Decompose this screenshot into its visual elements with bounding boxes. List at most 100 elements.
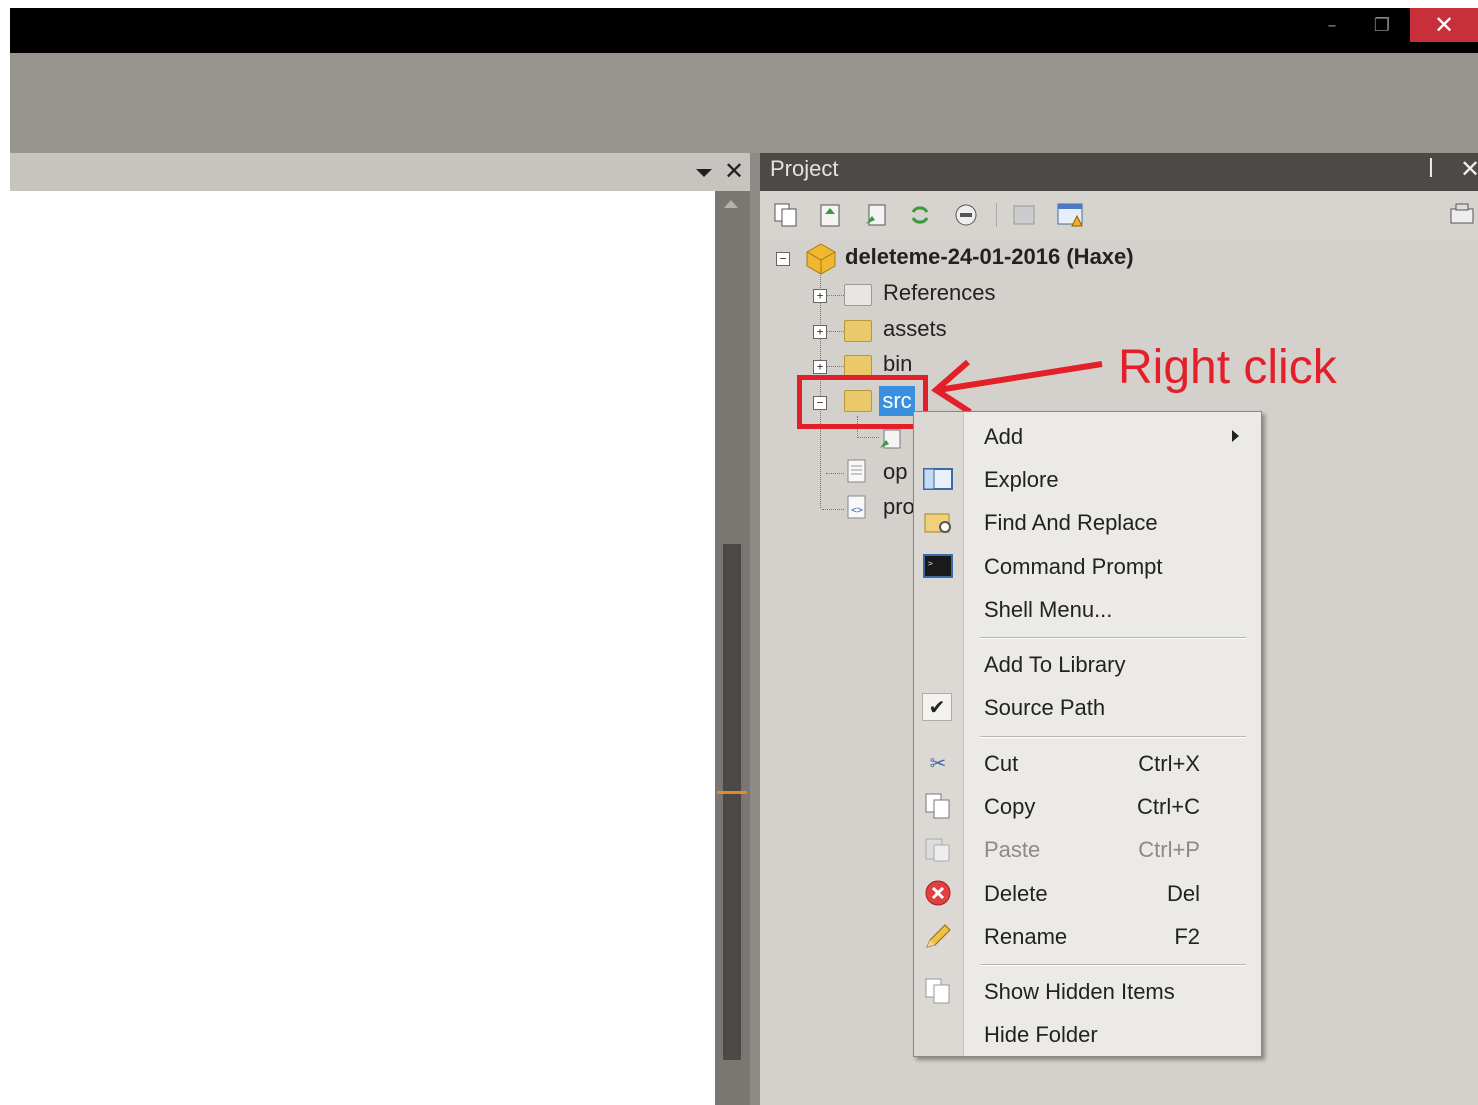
menu-item-command-prompt[interactable]: > Command Prompt xyxy=(914,546,1261,586)
menu-item-label: Add To Library xyxy=(984,652,1126,677)
settings-icon[interactable] xyxy=(1010,201,1038,229)
project-panel-title: Project xyxy=(770,156,839,181)
menu-item-hide-folder[interactable]: Hide Folder xyxy=(914,1014,1261,1054)
expand-assets-toggle[interactable]: + xyxy=(813,325,827,339)
menu-item-shortcut: Ctrl+C xyxy=(1137,794,1200,819)
submenu-arrow-icon xyxy=(1232,430,1239,442)
menu-separator xyxy=(980,736,1246,738)
menu-item-copy[interactable]: Copy Ctrl+C xyxy=(914,786,1261,826)
expand-references-toggle[interactable]: + xyxy=(813,289,827,303)
menu-item-add[interactable]: Add xyxy=(914,416,1261,456)
minimize-button[interactable]: – xyxy=(1310,8,1354,42)
annotation-label: Right click xyxy=(1118,341,1337,394)
menu-item-label: Rename xyxy=(984,924,1068,949)
maximize-button[interactable]: ❐ xyxy=(1360,8,1404,42)
checkmark-icon: ✔ xyxy=(922,693,952,721)
haxe-project-icon xyxy=(804,242,838,280)
scrollbar-marker xyxy=(717,791,747,794)
view-icon[interactable] xyxy=(1448,201,1476,229)
collapse-icon[interactable] xyxy=(952,201,980,229)
menu-item-shell-menu[interactable]: Shell Menu... xyxy=(914,589,1261,629)
copy-icon[interactable] xyxy=(772,201,800,229)
menu-item-shortcut: F2 xyxy=(1174,924,1200,949)
menu-item-label: Paste xyxy=(984,837,1041,862)
tree-guide-line xyxy=(826,366,844,367)
menu-item-rename[interactable]: Rename F2 xyxy=(914,916,1261,956)
collapse-root-toggle[interactable]: − xyxy=(776,252,790,266)
menu-item-delete[interactable]: Delete Del xyxy=(914,873,1261,913)
menu-item-shortcut: Del xyxy=(1166,881,1200,906)
scrollbar-thumb[interactable] xyxy=(723,544,741,1060)
tab-dropdown-icon[interactable] xyxy=(696,169,712,177)
menu-item-label: Cut xyxy=(984,751,1019,776)
annotation-arrow xyxy=(931,359,1103,415)
folder-icon xyxy=(844,320,872,342)
explore-icon xyxy=(922,465,954,493)
document-tab-strip: ✕ xyxy=(10,153,750,191)
refresh-icon[interactable] xyxy=(906,201,934,229)
menu-item-label: Source Path xyxy=(984,695,1106,720)
menu-item-cut[interactable]: ✂ Cut Ctrl+X xyxy=(914,743,1261,783)
paste-icon[interactable] xyxy=(816,201,844,229)
haxe-file-icon[interactable] xyxy=(878,428,904,454)
menu-item-show-hidden-items[interactable]: Show Hidden Items xyxy=(914,971,1261,1011)
folder-icon xyxy=(844,355,872,377)
svg-text:>: > xyxy=(928,559,933,568)
properties-icon[interactable] xyxy=(1056,201,1084,229)
menu-item-shortcut: Ctrl+P xyxy=(1138,837,1200,862)
tree-guide-line xyxy=(826,331,844,332)
close-window-button[interactable]: ✕ xyxy=(1410,8,1478,42)
window-title-bar: – ❐ ✕ xyxy=(10,8,1478,53)
menu-item-label: Copy xyxy=(984,794,1036,819)
editor-area[interactable] xyxy=(10,191,715,1105)
tree-item-references[interactable]: References xyxy=(883,277,996,309)
tree-guide-line xyxy=(826,295,844,296)
menu-item-label: Command Prompt xyxy=(984,554,1163,579)
menu-item-label: Add xyxy=(984,424,1024,449)
menu-item-label: Show Hidden Items xyxy=(984,979,1175,1004)
highlight-box xyxy=(797,375,928,429)
tree-item-pro[interactable]: pro xyxy=(883,491,915,523)
menu-item-explore[interactable]: Explore xyxy=(914,459,1261,499)
close-document-button[interactable]: ✕ xyxy=(724,157,744,185)
menu-item-find-and-replace[interactable]: Find And Replace xyxy=(914,502,1261,542)
menu-separator xyxy=(980,637,1246,639)
menu-item-label: Explore xyxy=(984,467,1059,492)
menu-item-label: Delete xyxy=(984,881,1048,906)
menu-item-label: Hide Folder xyxy=(984,1022,1098,1047)
context-menu: Add Explore Find And Replace > Command P… xyxy=(913,411,1262,1057)
tree-guide-line xyxy=(857,437,879,438)
menu-item-label: Shell Menu... xyxy=(984,597,1113,622)
text-file-icon xyxy=(846,458,868,488)
show-hidden-icon xyxy=(922,977,954,1005)
expand-bin-toggle[interactable]: + xyxy=(813,360,827,374)
toolbar-area xyxy=(10,53,1478,153)
project-file-icon: <> xyxy=(846,494,868,524)
menu-item-add-to-library[interactable]: Add To Library xyxy=(914,644,1261,684)
build-icon[interactable] xyxy=(862,201,890,229)
tree-item-op[interactable]: op xyxy=(883,456,907,488)
project-panel-header xyxy=(760,153,1478,191)
tree-guide-line xyxy=(822,509,844,510)
find-replace-icon xyxy=(922,508,954,536)
svg-text:<>: <> xyxy=(851,505,863,516)
copy-icon xyxy=(922,792,954,820)
menu-item-shortcut: Ctrl+X xyxy=(1138,751,1200,776)
menu-item-paste[interactable]: Paste Ctrl+P xyxy=(914,829,1261,869)
references-folder-icon xyxy=(844,284,872,306)
tree-root-label[interactable]: deleteme-24-01-2016 (Haxe) xyxy=(845,241,1134,273)
pin-icon[interactable]: ꟾ xyxy=(1428,158,1434,182)
tree-item-assets[interactable]: assets xyxy=(883,313,947,345)
menu-item-source-path[interactable]: ✔ Source Path xyxy=(914,687,1261,727)
panel-splitter[interactable] xyxy=(750,153,760,1105)
command-prompt-icon: > xyxy=(922,552,954,580)
menu-item-label: Find And Replace xyxy=(984,510,1158,535)
scissors-icon: ✂ xyxy=(929,752,947,775)
toolbar-separator xyxy=(996,203,997,227)
paste-icon xyxy=(922,835,954,863)
tree-guide-line xyxy=(826,473,844,474)
pencil-icon xyxy=(922,922,954,950)
delete-icon xyxy=(922,879,954,907)
scroll-up-icon[interactable] xyxy=(724,200,738,208)
close-project-panel-button[interactable]: ✕ xyxy=(1460,155,1478,183)
